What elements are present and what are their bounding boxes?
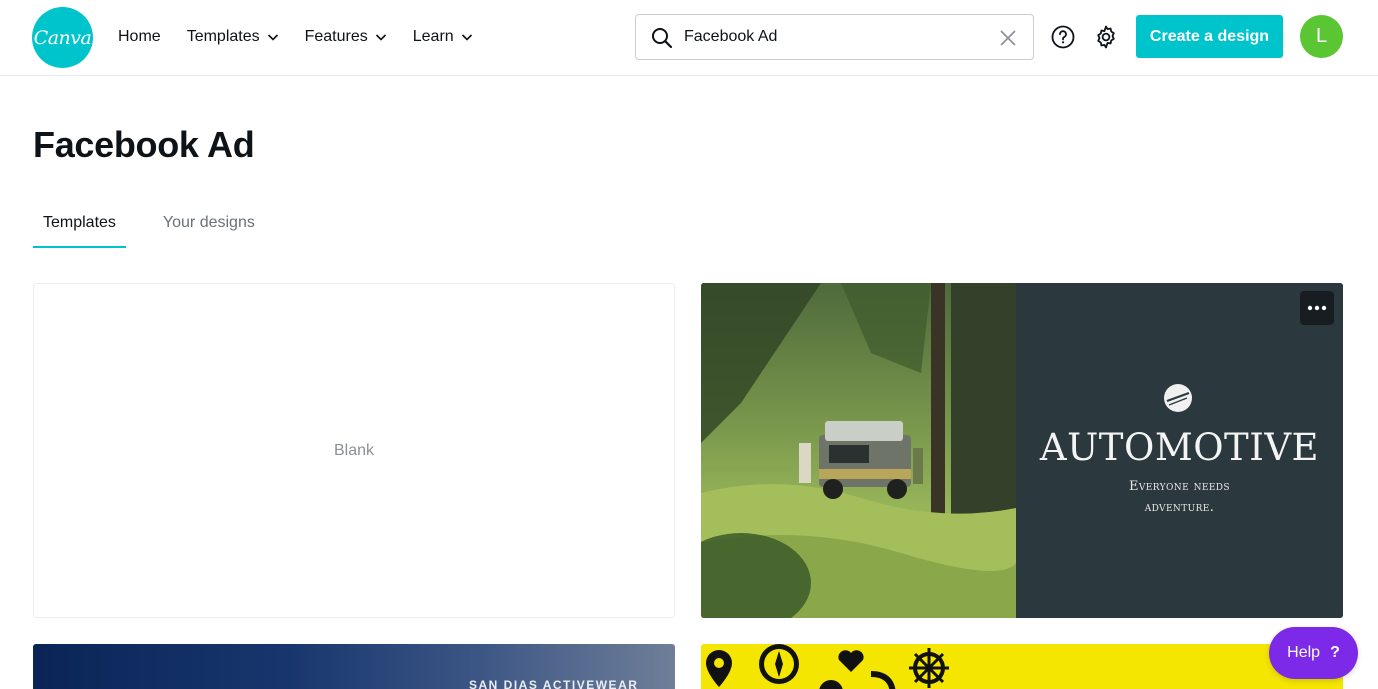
- gear-icon: [819, 680, 843, 689]
- tab-templates[interactable]: Templates: [33, 210, 126, 248]
- activewear-template-card[interactable]: SAN DIAS ACTIVEWEAR: [33, 644, 675, 689]
- chevron-down-icon: [267, 31, 279, 43]
- heart-icon: [838, 650, 864, 672]
- automotive-subtitle-line2: adventure.: [1144, 500, 1215, 515]
- page-title: Facebook Ad: [33, 124, 255, 165]
- striped-circle-icon: [1164, 384, 1192, 412]
- ship-wheel-icon: [909, 648, 949, 688]
- icons-artwork: [706, 644, 949, 689]
- main-nav: Home Templates Features Learn: [118, 24, 499, 50]
- top-header: Canva Home Templates Features Learn Crea…: [0, 0, 1378, 76]
- search-icon: [650, 26, 674, 50]
- logo-text: Canva: [33, 26, 92, 49]
- more-horizontal-icon[interactable]: [1300, 291, 1334, 325]
- search-box[interactable]: [635, 14, 1034, 60]
- nav-learn[interactable]: Learn: [413, 24, 473, 50]
- help-button[interactable]: Help ?: [1269, 627, 1358, 679]
- map-pin-icon: [706, 650, 732, 687]
- blank-label: Blank: [333, 441, 375, 459]
- nav-home[interactable]: Home: [118, 24, 161, 50]
- automotive-text-panel: AUTOMOTIVE Everyone needs adventure.: [1016, 283, 1343, 618]
- nav-learn-label: Learn: [412, 28, 454, 45]
- arrow-icon: [870, 671, 896, 689]
- nav-features-label: Features: [304, 28, 368, 45]
- compass-icon: [759, 644, 799, 684]
- avatar[interactable]: L: [1300, 15, 1343, 58]
- nav-templates-label: Templates: [186, 28, 260, 45]
- nav-home-label: Home: [118, 28, 161, 45]
- activewear-label: SAN DIAS ACTIVEWEAR: [469, 678, 639, 689]
- nav-templates[interactable]: Templates: [187, 24, 279, 50]
- automotive-subtitle-line1: Everyone needs: [1129, 479, 1230, 494]
- automotive-template-card[interactable]: AUTOMOTIVE Everyone needs adventure.: [701, 283, 1343, 618]
- automotive-title: AUTOMOTIVE: [1039, 426, 1320, 469]
- tab-your-designs[interactable]: Your designs: [153, 210, 265, 248]
- search-input[interactable]: [684, 23, 984, 51]
- question-mark-icon: ?: [1330, 644, 1340, 661]
- gear-icon[interactable]: [1093, 24, 1119, 50]
- chevron-down-icon: [461, 31, 473, 43]
- icons-template-card[interactable]: [701, 644, 1343, 689]
- close-icon[interactable]: [999, 29, 1017, 47]
- nav-features[interactable]: Features: [305, 24, 387, 50]
- tab-bar: Templates Your designs: [33, 210, 292, 250]
- help-label: Help: [1287, 644, 1321, 661]
- blank-template-card[interactable]: Blank: [33, 283, 675, 618]
- automotive-subtitle: Everyone needs adventure.: [1016, 476, 1343, 518]
- create-design-button[interactable]: Create a design: [1136, 15, 1283, 58]
- help-circle-icon[interactable]: [1050, 24, 1076, 50]
- canva-logo[interactable]: Canva: [32, 7, 93, 68]
- forest-jeep-photo: [701, 283, 1016, 618]
- chevron-down-icon: [375, 31, 387, 43]
